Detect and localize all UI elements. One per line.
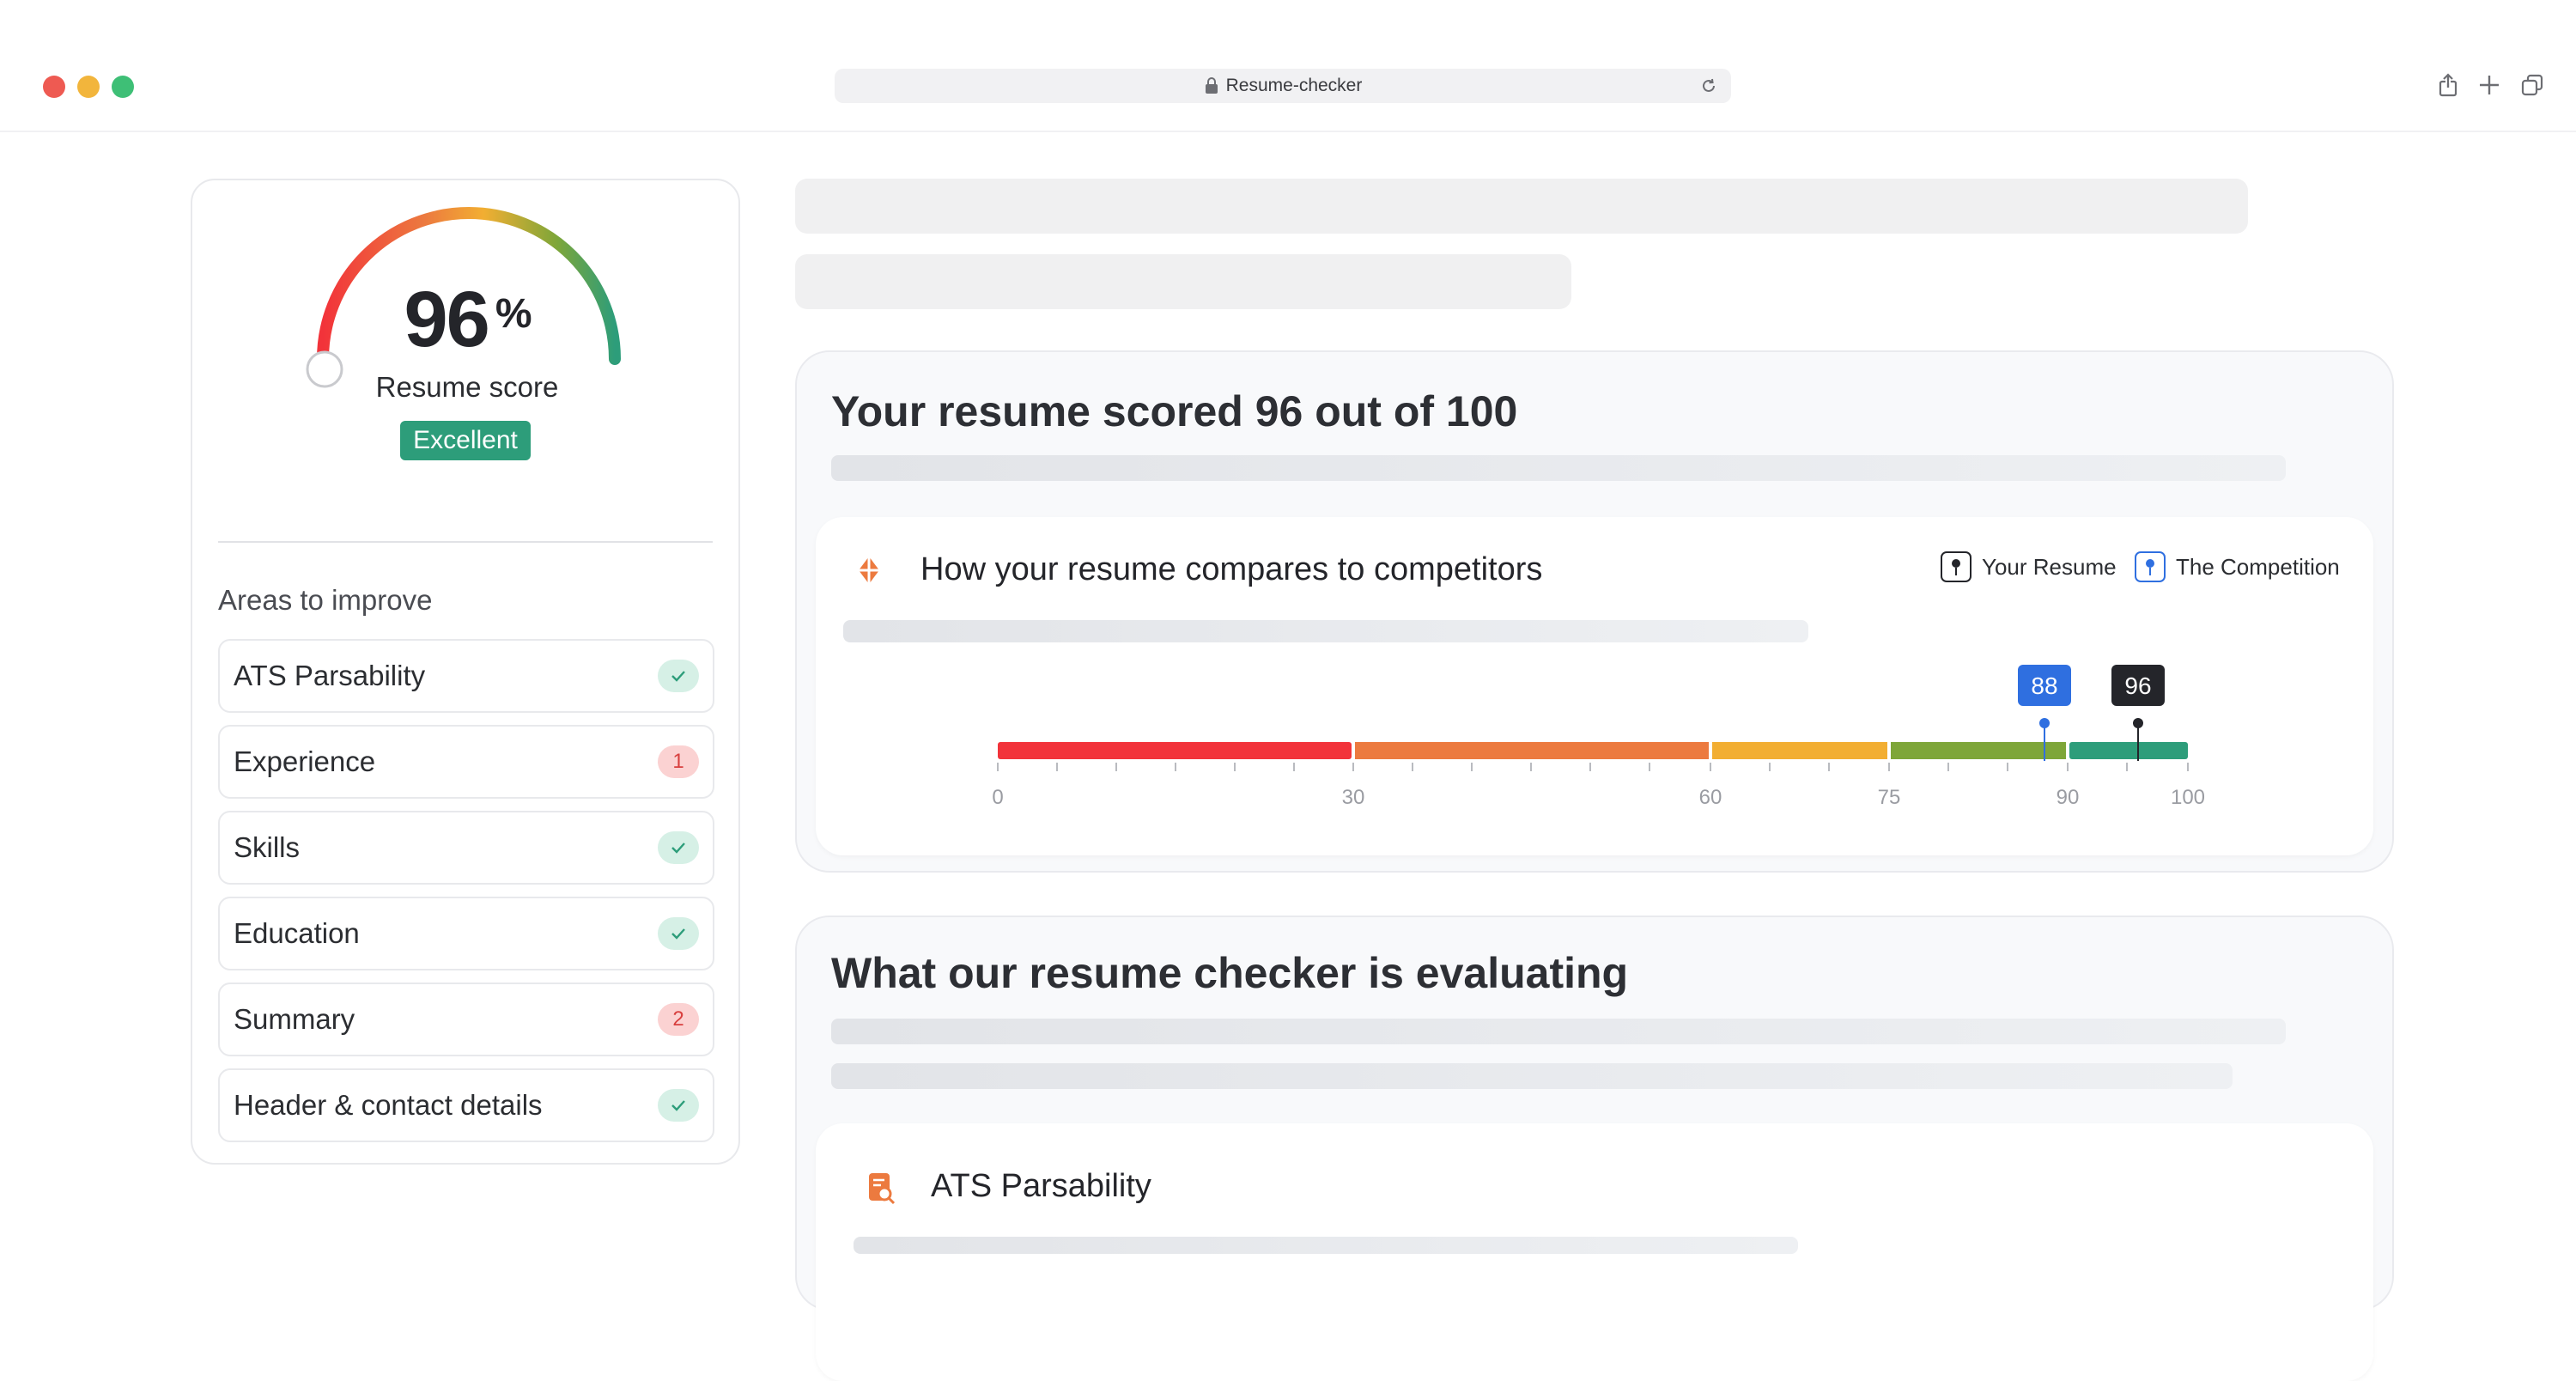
maximize-window-button[interactable] <box>112 76 134 98</box>
area-item-ats-parsability[interactable]: ATS Parsability <box>218 639 714 713</box>
score-number: 96 <box>404 276 489 363</box>
area-item-header-contact[interactable]: Header & contact details <box>218 1068 714 1142</box>
url-text: Resume-checker <box>1225 76 1363 95</box>
area-item-skills[interactable]: Skills <box>218 811 714 885</box>
competition-score: 88 <box>2031 672 2057 699</box>
loading-placeholder <box>795 179 2248 234</box>
section-title: Your resume scored 96 out of 100 <box>831 387 1518 435</box>
score-value: 96% <box>192 275 742 365</box>
tab-overview-icon[interactable] <box>2519 72 2545 98</box>
loading-placeholder <box>831 455 2286 481</box>
area-item-summary[interactable]: Summary 2 <box>218 983 714 1056</box>
scale-tick-label: 60 <box>1699 786 1722 809</box>
percent-sign: % <box>495 291 532 337</box>
reload-icon[interactable] <box>1700 77 1717 94</box>
section-title: What our resume checker is evaluating <box>831 949 1629 997</box>
ats-parsability-card[interactable]: ATS Parsability <box>816 1123 2373 1381</box>
evaluation-section: What our resume checker is evaluating AT… <box>795 916 2394 1381</box>
scale-segment-very-good <box>1891 742 2066 759</box>
scale-tick-label: 90 <box>2057 786 2080 809</box>
loading-placeholder <box>831 1063 2233 1089</box>
issue-count-badge: 2 <box>658 1003 699 1036</box>
area-item-education[interactable]: Education <box>218 897 714 970</box>
scale-tick-label: 75 <box>1878 786 1901 809</box>
score-label: Resume score <box>375 371 559 403</box>
check-icon <box>658 660 699 692</box>
scale-ticks <box>997 763 2189 771</box>
score-section: Your resume scored 96 out of 100 How you… <box>795 350 2394 873</box>
minimize-window-button[interactable] <box>77 76 100 98</box>
issue-count-badge: 1 <box>658 745 699 778</box>
loading-placeholder <box>795 254 1571 309</box>
scale-segment-fair <box>1355 742 1709 759</box>
share-icon[interactable] <box>2435 72 2461 98</box>
loading-placeholder <box>854 1237 1798 1254</box>
loading-placeholder <box>831 1019 2286 1044</box>
area-item-experience[interactable]: Experience 1 <box>218 725 714 799</box>
status-badge: Excellent <box>400 421 531 460</box>
area-label: Skills <box>234 831 301 863</box>
area-label: ATS Parsability <box>234 660 426 691</box>
score-scale: 0 30 60 75 90 100 88 96 <box>992 665 2205 809</box>
new-tab-icon[interactable] <box>2476 72 2502 98</box>
check-icon <box>658 831 699 864</box>
scale-segment-good <box>1712 742 1887 759</box>
area-label: Experience <box>234 745 376 777</box>
your-resume-score: 96 <box>2124 672 2151 699</box>
scale-tick-label: 100 <box>2171 786 2205 809</box>
competitor-comparison-card: How your resume compares to competitors … <box>816 517 2373 855</box>
check-icon <box>658 917 699 950</box>
ats-title: ATS Parsability <box>931 1168 1151 1204</box>
browser-toolbar: Resume-checker <box>0 0 2576 132</box>
scale-tick-label: 0 <box>992 786 1003 809</box>
check-icon <box>658 1089 699 1122</box>
scale-tick-label: 30 <box>1342 786 1365 809</box>
scale-segment-poor <box>998 742 1352 759</box>
area-label: Header & contact details <box>234 1089 543 1121</box>
document-search-icon <box>869 1173 896 1205</box>
area-label: Summary <box>234 1003 355 1035</box>
areas-title: Areas to improve <box>218 584 433 616</box>
address-bar[interactable]: Resume-checker <box>835 69 1731 103</box>
area-label: Education <box>234 917 360 949</box>
score-panel: 96% Resume score Excellent Areas to impr… <box>191 179 740 1165</box>
lock-icon <box>1205 77 1218 94</box>
divider <box>218 541 713 543</box>
close-window-button[interactable] <box>43 76 65 98</box>
scale-segment-excellent <box>2069 742 2188 759</box>
